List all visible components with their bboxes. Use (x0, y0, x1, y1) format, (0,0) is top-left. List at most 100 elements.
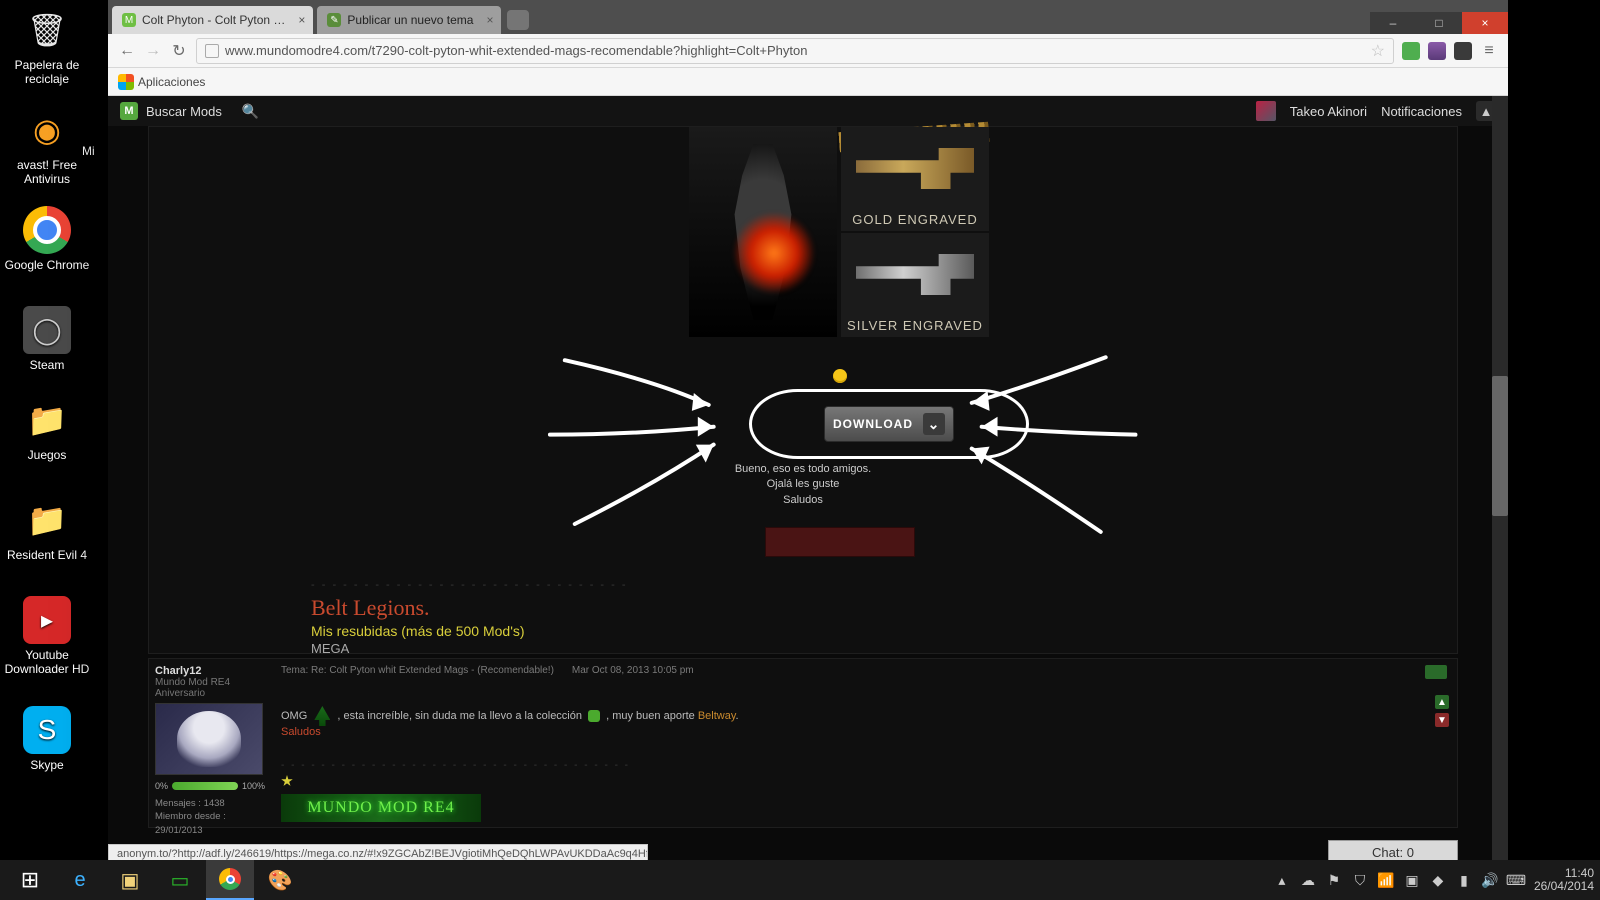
taskbar-ie[interactable]: e (56, 860, 104, 900)
taskbar-clock[interactable]: 11:40 26/04/2014 (1534, 867, 1594, 893)
gun-gold-label: GOLD ENGRAVED (852, 208, 977, 231)
icon-label: avast! FreeAntivirus (2, 158, 92, 186)
url-text: www.mundomodre4.com/t7290-colt-pyton-whi… (225, 43, 807, 58)
window-controls: – □ × (1370, 12, 1508, 34)
tray-lang-icon[interactable]: ⌨ (1508, 872, 1524, 888)
reply-profile: Charly12 Mundo Mod RE4 Aniversario 0% 10… (149, 659, 271, 827)
taskbar-chrome[interactable] (206, 860, 254, 900)
bookmark-star-icon[interactable]: ☆ (1371, 41, 1385, 61)
apps-icon (118, 74, 134, 90)
extension-icon[interactable] (1454, 42, 1472, 60)
chat-label: Chat: 0 (1372, 845, 1414, 860)
tab-close-icon[interactable]: × (486, 13, 493, 27)
tab-strip: M Colt Phyton - Colt Pyton … × ✎ Publica… (108, 0, 1508, 34)
tray-wifi-icon[interactable]: ▮ (1456, 872, 1472, 888)
extension-icon[interactable] (1402, 42, 1420, 60)
beltway-link[interactable]: Beltway (698, 710, 736, 722)
reload-button[interactable]: ↻ (170, 42, 188, 60)
reply-stats: Mensajes : 1438 Miembro desde : 29/01/20… (155, 797, 265, 837)
msg-count: Mensajes : 1438 (155, 797, 265, 810)
minimize-button[interactable]: – (1370, 12, 1416, 34)
tray-app-icon[interactable]: ◆ (1430, 872, 1446, 888)
scrollbar-track[interactable] (1492, 96, 1508, 864)
tab-favicon-icon: ✎ (327, 13, 341, 27)
tab-close-icon[interactable]: × (298, 13, 305, 27)
address-bar[interactable]: www.mundomodre4.com/t7290-colt-pyton-whi… (196, 38, 1394, 64)
tab-favicon-icon: M (122, 13, 136, 27)
status-url-text: anonym.to/?http://adf.ly/246619/https://… (117, 848, 648, 860)
desktop-icon-ytdl[interactable]: ▸ YoutubeDownloader HD (2, 596, 92, 676)
tray-shield-icon[interactable]: ⛉ (1352, 872, 1368, 888)
sig-title-link[interactable]: Belt Legions. (311, 595, 628, 621)
browser-tab-inactive[interactable]: ✎ Publicar un nuevo tema × (317, 6, 501, 34)
post-line: Saludos (149, 493, 1457, 508)
reply-omg: OMG (281, 710, 307, 722)
gun-gold-image: GOLD ENGRAVED (841, 127, 989, 231)
desktop-icon-steam[interactable]: ◯ Steam (2, 306, 92, 372)
site-info-icon[interactable] (205, 44, 219, 58)
folder-icon: 📁 (23, 496, 71, 544)
back-button[interactable]: ← (118, 42, 136, 60)
taskbar-paint[interactable]: 🎨 (256, 860, 304, 900)
reply-topic: Tema: Re: Colt Pyton whit Extended Mags … (281, 665, 554, 676)
clock-date: 26/04/2014 (1534, 880, 1594, 893)
desktop-icon-recycle-bin[interactable]: 🗑 Papelera dereciclaje (2, 6, 92, 86)
upvote-button[interactable]: ▲ (1435, 695, 1449, 709)
tray-cube-icon[interactable]: ▣ (1404, 872, 1420, 888)
tray-up-icon[interactable]: ▴ (1274, 872, 1290, 888)
taskbar: ⊞ e ▣ ▭ 🎨 ▴ ☁ ⚑ ⛉ 📶 ▣ ◆ ▮ 🔊 ⌨ 11:40 26/0… (0, 860, 1600, 900)
tray-network-icon[interactable]: 📶 (1378, 872, 1394, 888)
recycle-bin-icon: 🗑 (23, 6, 71, 54)
sig-mega-link[interactable]: MEGA (311, 641, 628, 656)
bookmark-apps[interactable]: Aplicaciones (118, 74, 205, 90)
nav-bar: ← → ↻ www.mundomodre4.com/t7290-colt-pyt… (108, 34, 1508, 68)
reply-date: Mar Oct 08, 2013 10:05 pm (572, 665, 694, 676)
red-banner-image (765, 527, 915, 557)
taskbar-explorer[interactable]: ▣ (106, 860, 154, 900)
post-body: GOLD ENGRAVED SILVER ENGRAVED DOWNLOAD ⌄ (148, 126, 1458, 654)
maximize-button[interactable]: □ (1416, 12, 1462, 34)
reply-body: ▲ ▼ Tema: Re: Colt Pyton whit Extended M… (271, 659, 1457, 827)
extension-icon[interactable] (1428, 42, 1446, 60)
taskbar-store[interactable]: ▭ (156, 860, 204, 900)
search-icon[interactable]: 🔍 (242, 103, 259, 120)
reply-avatar-image[interactable] (155, 703, 263, 775)
desktop-icon-folder-juegos[interactable]: 📁 Juegos (2, 396, 92, 462)
skype-icon: S (23, 706, 71, 754)
close-window-button[interactable]: × (1462, 12, 1508, 34)
bookmarks-bar: Aplicaciones (108, 68, 1508, 96)
downvote-button[interactable]: ▼ (1435, 713, 1449, 727)
sig-subtitle-link[interactable]: Mis resubidas (más de 500 Mod's) (311, 623, 628, 639)
reply-saludos: Saludos (281, 726, 1447, 738)
tab-title: Publicar un nuevo tema (347, 13, 473, 27)
username-link[interactable]: Takeo Akinori (1290, 104, 1367, 119)
youtube-dl-icon: ▸ (23, 596, 71, 644)
desktop-icon-chrome[interactable]: Google Chrome (2, 206, 92, 272)
notifications-link[interactable]: Notificaciones (1381, 104, 1462, 119)
reply-progress: 0% 100% (155, 781, 265, 791)
post-line: Bueno, eso es todo amigos. (149, 462, 1457, 477)
site-top-bar: M Buscar Mods 🔍 Takeo Akinori Notificaci… (108, 96, 1508, 126)
download-area: DOWNLOAD ⌄ (749, 389, 1029, 459)
browser-tab-active[interactable]: M Colt Phyton - Colt Pyton … × (112, 6, 313, 34)
site-logo-icon[interactable]: M (120, 102, 138, 120)
start-button[interactable]: ⊞ (6, 860, 54, 900)
new-tab-button[interactable] (507, 10, 529, 30)
folder-icon: 📁 (23, 396, 71, 444)
desktop-icon-skype[interactable]: S Skype (2, 706, 92, 772)
tray-volume-icon[interactable]: 🔊 (1482, 872, 1498, 888)
tray-flag-icon[interactable]: ⚑ (1326, 872, 1342, 888)
reply-rank: Mundo Mod RE4 Aniversario (155, 677, 265, 699)
bookmark-label: Aplicaciones (138, 75, 205, 89)
reply-text: OMG , esta increíble, sin duda me la lle… (281, 706, 1447, 738)
scrollbar-thumb[interactable] (1492, 376, 1508, 516)
desktop-icon-avast[interactable]: ◉ avast! FreeAntivirus (2, 106, 92, 186)
search-mods-link[interactable]: Buscar Mods (146, 104, 222, 119)
icon-label: YoutubeDownloader HD (2, 648, 92, 676)
desktop-icon-folder-re4[interactable]: 📁 Resident Evil 4 (2, 496, 92, 562)
reply-username-link[interactable]: Charly12 (155, 665, 265, 677)
menu-button[interactable]: ≡ (1480, 42, 1498, 60)
forward-button[interactable]: → (144, 42, 162, 60)
user-avatar-icon[interactable] (1256, 101, 1276, 121)
tray-cloud-icon[interactable]: ☁ (1300, 872, 1316, 888)
